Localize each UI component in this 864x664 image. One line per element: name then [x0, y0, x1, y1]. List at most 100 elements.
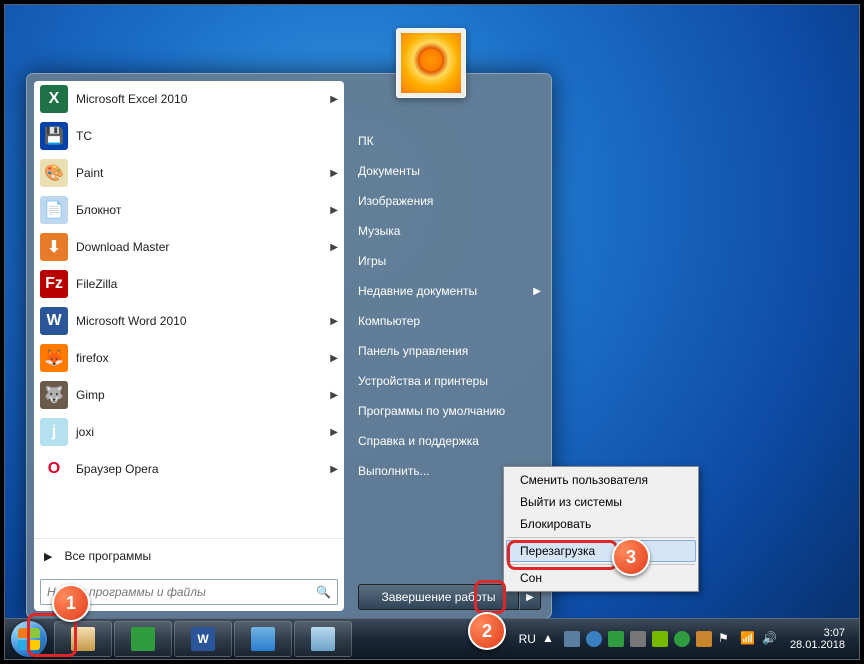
program-label: Gimp	[76, 388, 105, 402]
network-icon[interactable]: 📶	[740, 631, 756, 647]
program-label: Paint	[76, 166, 103, 180]
chevron-right-icon: ▶	[526, 592, 534, 603]
program-icon: W	[40, 307, 68, 335]
chevron-right-icon: ▶	[330, 94, 338, 105]
link-label: Программы по умолчанию	[358, 404, 505, 418]
submenu-item[interactable]: Блокировать	[506, 513, 696, 535]
program-icon: 📄	[40, 196, 68, 224]
annotation-callout-2	[474, 580, 506, 614]
monitor-icon	[131, 627, 155, 651]
program-item[interactable]: 📄 Блокнот ▶	[34, 192, 344, 229]
taskbar-item-app[interactable]	[294, 621, 352, 657]
tray-icon[interactable]	[564, 631, 580, 647]
chevron-right-icon: ▶	[330, 390, 338, 401]
link-label: Справка и поддержка	[358, 434, 479, 448]
program-icon: 💾	[40, 122, 68, 150]
program-label: joxi	[76, 425, 94, 439]
app-icon	[311, 627, 335, 651]
link-label: ПК	[358, 134, 374, 148]
program-item[interactable]: jjoxi ▶	[34, 414, 344, 451]
program-icon: 🐺	[40, 381, 68, 409]
tray-icon[interactable]	[674, 631, 690, 647]
link-label: Выполнить...	[358, 464, 430, 478]
annotation-badge-2: 2	[468, 612, 506, 650]
program-icon: 🎨	[40, 159, 68, 187]
link-label: Недавние документы	[358, 284, 477, 298]
start-menu-link[interactable]: Панель управления	[358, 336, 541, 366]
program-label: Блокнот	[76, 203, 121, 217]
tray-up-icon[interactable]: ▲	[542, 631, 558, 647]
start-menu-link[interactable]: Справка и поддержка	[358, 426, 541, 456]
start-menu-link[interactable]: Недавние документы ▶	[358, 276, 541, 306]
taskbar-item-control[interactable]	[234, 621, 292, 657]
chevron-right-icon: ▶	[330, 353, 338, 364]
taskbar-item-monitor[interactable]	[114, 621, 172, 657]
program-item[interactable]: 🦊firefox▶	[34, 340, 344, 377]
program-icon: O	[40, 455, 68, 483]
tray-icon[interactable]	[586, 631, 602, 647]
program-item[interactable]: Fz FileZilla	[34, 266, 344, 303]
all-programs-label: Все программы	[64, 549, 151, 563]
link-label: Игры	[358, 254, 386, 268]
start-menu-link[interactable]: Игры	[358, 246, 541, 276]
link-label: Устройства и принтеры	[358, 374, 488, 388]
program-label: FileZilla	[76, 277, 117, 291]
annotation-callout-3	[507, 540, 618, 570]
program-item[interactable]: 💾 TC	[34, 118, 344, 155]
submenu-item[interactable]: Сон	[506, 567, 696, 589]
program-icon: 🦊	[40, 344, 68, 372]
taskbar-item-word[interactable]: W	[174, 621, 232, 657]
program-label: Microsoft Excel 2010	[76, 92, 187, 106]
tray-icon[interactable]	[630, 631, 646, 647]
taskbar: W RU ▲ ⚑ 📶 🔊 3:07 28.01.2018	[5, 618, 859, 659]
submenu-item[interactable]: Выйти из системы	[506, 491, 696, 513]
program-item[interactable]: W Microsoft Word 2010 ▶	[34, 303, 344, 340]
start-menu-link[interactable]: Программы по умолчанию	[358, 396, 541, 426]
link-label: Изображения	[358, 194, 433, 208]
chevron-right-icon: ▶	[533, 286, 541, 297]
language-indicator[interactable]: RU	[519, 632, 536, 646]
start-menu-link[interactable]: Музыка	[358, 216, 541, 246]
program-label: Download Master	[76, 240, 169, 254]
chevron-right-icon: ▶	[330, 168, 338, 179]
program-label: TC	[76, 129, 92, 143]
program-item[interactable]: 🐺 Gimp ▶	[34, 377, 344, 414]
tray-icon[interactable]	[608, 631, 624, 647]
start-menu-link[interactable]: Компьютер	[358, 306, 541, 336]
avatar-image	[401, 33, 461, 93]
link-label: Панель управления	[358, 344, 468, 358]
program-item[interactable]: X Microsoft Excel 2010 ▶	[34, 81, 344, 118]
tray-icon[interactable]	[696, 631, 712, 647]
start-menu: X Microsoft Excel 2010 ▶ 💾 TC 🎨 Paint ▶ 📄 Блокнот…	[26, 73, 552, 619]
start-menu-link[interactable]: ПК	[358, 126, 541, 156]
chevron-right-icon: ▶	[330, 316, 338, 327]
chevron-right-icon: ▶	[330, 427, 338, 438]
program-icon: ⬇	[40, 233, 68, 261]
tray-icon[interactable]	[652, 631, 668, 647]
program-item[interactable]: ⬇Download Master▶	[34, 229, 344, 266]
start-menu-left-pane: X Microsoft Excel 2010 ▶ 💾 TC 🎨 Paint ▶ 📄 Блокнот…	[34, 81, 344, 611]
volume-icon[interactable]: 🔊	[762, 631, 778, 647]
program-icon: j	[40, 418, 68, 446]
taskbar-clock[interactable]: 3:07 28.01.2018	[784, 627, 851, 651]
all-programs-button[interactable]: ▶ Все программы	[34, 538, 344, 573]
program-item[interactable]: OБраузер Opera▶	[34, 451, 344, 488]
start-menu-link[interactable]: Изображения	[358, 186, 541, 216]
search-icon: 🔍	[316, 585, 331, 599]
start-menu-link[interactable]: Документы	[358, 156, 541, 186]
program-icon: Fz	[40, 270, 68, 298]
submenu-item[interactable]: Сменить пользователя	[506, 469, 696, 491]
word-icon: W	[191, 627, 215, 651]
program-label: Microsoft Word 2010	[76, 314, 187, 328]
annotation-badge-3: 3	[612, 538, 650, 576]
start-menu-link[interactable]: Устройства и принтеры	[358, 366, 541, 396]
control-icon	[251, 627, 275, 651]
chevron-right-icon: ▶	[44, 550, 52, 563]
link-label: Музыка	[358, 224, 400, 238]
program-item[interactable]: 🎨 Paint ▶	[34, 155, 344, 192]
system-tray: RU ▲ ⚑ 📶 🔊 3:07 28.01.2018	[519, 627, 859, 651]
program-icon: X	[40, 85, 68, 113]
flag-icon[interactable]: ⚑	[718, 631, 734, 647]
chevron-right-icon: ▶	[330, 205, 338, 216]
user-avatar[interactable]	[396, 28, 466, 98]
